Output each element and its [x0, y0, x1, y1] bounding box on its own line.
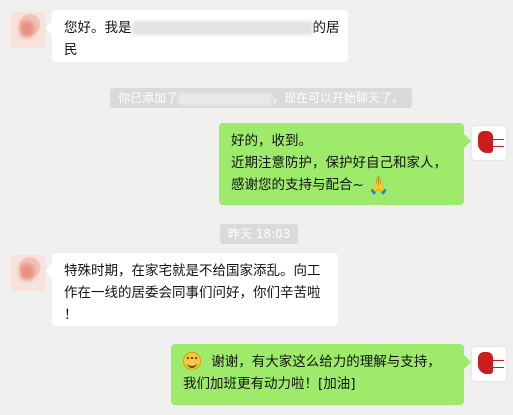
seal-logo-icon [478, 131, 493, 153]
contact-avatar[interactable] [10, 12, 46, 48]
message-line: 我们加班更有动力啦！[加油] [183, 376, 356, 392]
message-line: 特殊时期，在家宅就是不给国家添乱。向工 [64, 263, 321, 279]
message-line: 好的，收到。 [231, 133, 312, 149]
message-line: 感谢您的支持与配合~ 🙏 [231, 176, 390, 196]
smile-icon [183, 352, 201, 370]
redacted-contact [178, 92, 273, 105]
avatar-blur [20, 264, 34, 280]
message-line: 近期注意防护，保护好自己和家人， [231, 155, 447, 171]
message-line: 您好。我是 的居 [64, 20, 340, 36]
timestamp: 昨天 18:03 [220, 224, 299, 244]
system-notice: 你已添加了 ，现在可以开始聊天了。 [110, 88, 413, 108]
seal-text-lines [492, 360, 504, 368]
message-bubble-incoming[interactable]: 您好。我是 的居 民 [52, 10, 348, 62]
contact-avatar[interactable] [10, 255, 46, 291]
seal-logo-icon [478, 352, 493, 374]
redacted-name [131, 21, 313, 35]
message-line: 民 [64, 42, 78, 58]
pray-icon: 🙏 [368, 176, 390, 196]
message-bubble-incoming[interactable]: 特殊时期，在家宅就是不给国家添乱。向工 作在一线的居委会同事们问好，你们辛苦啦 … [52, 253, 338, 326]
message-bubble-outgoing[interactable]: 好的，收到。 近期注意防护，保护好自己和家人， 感谢您的支持与配合~ 🙏 [219, 123, 464, 205]
message-line: 谢谢，有大家这么给力的理解与支持， [183, 351, 452, 373]
avatar-blur [20, 21, 34, 37]
self-avatar[interactable] [471, 125, 507, 161]
message-bubble-outgoing[interactable]: 谢谢，有大家这么给力的理解与支持， 我们加班更有动力啦！[加油] [171, 344, 464, 405]
message-line: 作在一线的居委会同事们问好，你们辛苦啦 [64, 285, 321, 301]
message-line: ！ [64, 307, 78, 323]
self-avatar[interactable] [471, 346, 507, 382]
seal-text-lines [492, 139, 504, 147]
